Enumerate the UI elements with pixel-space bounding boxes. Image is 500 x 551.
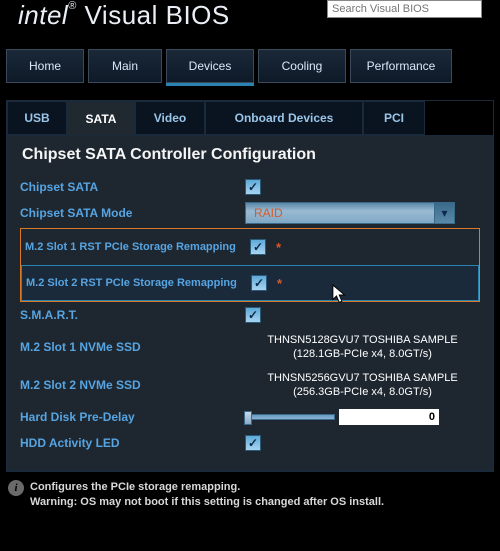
- slider-pre-delay-value[interactable]: 0: [339, 409, 439, 425]
- label-slot1-nvme: M.2 Slot 1 NVMe SSD: [20, 340, 245, 354]
- checkbox-chipset-sata[interactable]: ✓: [245, 179, 261, 195]
- tab-performance[interactable]: Performance: [350, 49, 452, 83]
- label-pre-delay: Hard Disk Pre-Delay: [20, 410, 245, 424]
- value-slot1-nvme: THNSN5128GVU7 TOSHIBA SAMPLE (128.1GB-PC…: [245, 333, 480, 361]
- help-text: Configures the PCIe storage remapping. W…: [30, 480, 384, 510]
- search-input[interactable]: [327, 0, 482, 18]
- subtab-sata[interactable]: SATA: [67, 101, 135, 135]
- highlight-group: M.2 Slot 1 RST PCIe Storage Remapping ✓ …: [20, 228, 480, 302]
- brand-logo: intel® Visual BIOS: [18, 0, 327, 31]
- label-remap-slot1: M.2 Slot 1 RST PCIe Storage Remapping: [25, 241, 250, 254]
- label-slot2-nvme: M.2 Slot 2 NVMe SSD: [20, 378, 245, 392]
- tab-devices[interactable]: Devices: [166, 49, 254, 83]
- tab-main[interactable]: Main: [88, 49, 162, 83]
- label-chipset-sata: Chipset SATA: [20, 180, 245, 194]
- checkbox-hdd-led[interactable]: ✓: [245, 435, 261, 451]
- slider-pre-delay[interactable]: [245, 414, 335, 420]
- primary-nav: Home Main Devices Cooling Performance: [0, 31, 500, 86]
- label-hdd-led: HDD Activity LED: [20, 436, 245, 450]
- value-slot2-nvme: THNSN5256GVU7 TOSHIBA SAMPLE (256.3GB-PC…: [245, 371, 480, 399]
- changed-indicator-icon: *: [276, 240, 281, 255]
- label-remap-slot2: M.2 Slot 2 RST PCIe Storage Remapping: [26, 277, 251, 290]
- label-smart: S.M.A.R.T.: [20, 308, 245, 322]
- help-footer: i Configures the PCIe storage remapping.…: [0, 472, 500, 518]
- subtab-usb[interactable]: USB: [7, 101, 67, 135]
- tab-home[interactable]: Home: [6, 49, 84, 83]
- subtab-pci[interactable]: PCI: [363, 101, 425, 135]
- tab-cooling[interactable]: Cooling: [258, 49, 346, 83]
- dropdown-sata-mode-value: RAID: [246, 206, 434, 220]
- checkbox-remap-slot1[interactable]: ✓: [250, 239, 266, 255]
- slider-thumb[interactable]: [244, 411, 252, 425]
- chevron-down-icon: ▾: [434, 203, 454, 223]
- dropdown-sata-mode[interactable]: RAID ▾: [245, 202, 455, 224]
- subtab-onboard-devices[interactable]: Onboard Devices: [205, 101, 363, 135]
- config-panel: Chipset SATA Controller Configuration Ch…: [7, 135, 493, 471]
- panel-title: Chipset SATA Controller Configuration: [22, 146, 480, 164]
- subtab-video[interactable]: Video: [135, 101, 205, 135]
- label-sata-mode: Chipset SATA Mode: [20, 206, 245, 220]
- info-icon: i: [8, 480, 24, 496]
- checkbox-remap-slot2[interactable]: ✓: [251, 275, 267, 291]
- changed-indicator-icon: *: [277, 276, 282, 291]
- secondary-nav: USB SATA Video Onboard Devices PCI: [7, 101, 493, 135]
- checkbox-smart[interactable]: ✓: [245, 307, 261, 323]
